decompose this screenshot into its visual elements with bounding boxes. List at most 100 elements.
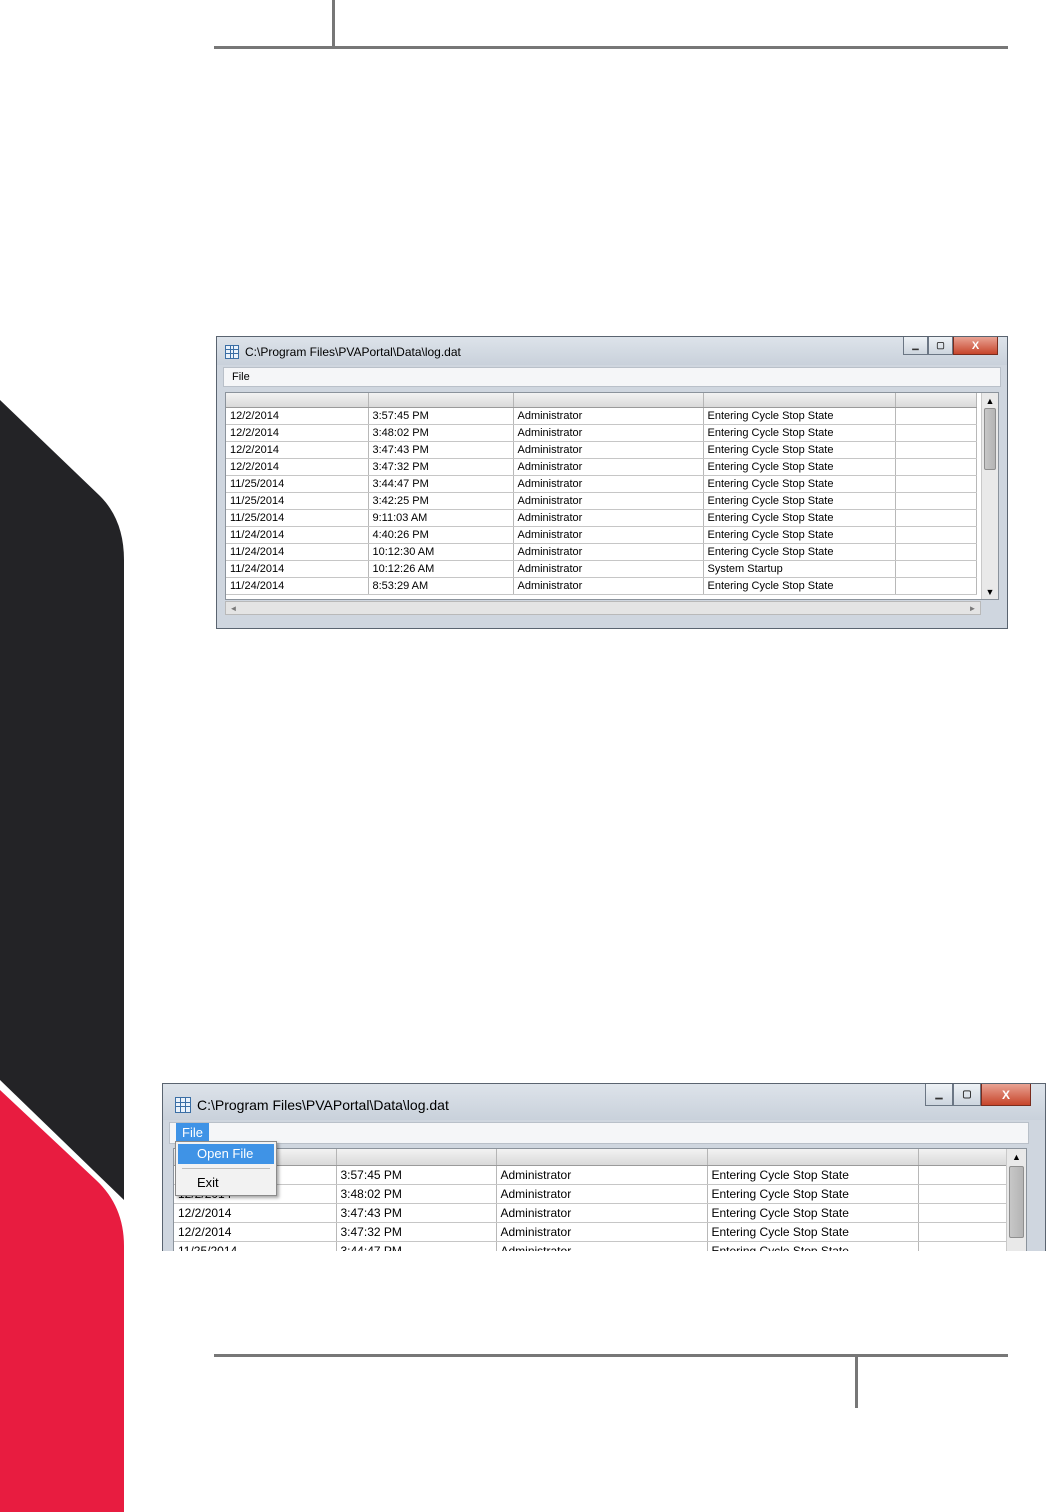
table-cell: Entering Cycle Stop State — [707, 1203, 919, 1223]
title-bar[interactable]: C:\Program Files\PVAPortal\Data\log.dat … — [163, 1084, 1045, 1120]
scroll-down-icon[interactable]: ▼ — [982, 584, 998, 599]
table-cell — [895, 560, 977, 578]
column-header[interactable] — [336, 1149, 497, 1166]
table-cell: Administrator — [496, 1203, 708, 1223]
column-header[interactable] — [918, 1149, 1009, 1166]
title-bar[interactable]: C:\Program Files\PVAPortal\Data\log.dat … — [217, 337, 1007, 365]
table-row[interactable]: 11/24/2014 4:40:26 PM Administrator Enterin… — [226, 526, 977, 544]
scroll-up-icon[interactable]: ▲ — [1007, 1149, 1026, 1164]
table-cell — [918, 1184, 1009, 1204]
scroll-left-icon[interactable]: ◄ — [226, 602, 241, 614]
column-header[interactable] — [368, 393, 514, 408]
file-dropdown-menu: Open File Exit — [175, 1141, 277, 1196]
table-cell: 3:47:43 PM — [368, 441, 514, 459]
log-table: 12/2/2014 3:57:45 PM Administrator Entering… — [226, 393, 977, 595]
table-row[interactable]: 11/24/2014 10:12:30 AM Administrator Enteri… — [226, 543, 977, 561]
table-cell: Entering Cycle Stop State — [703, 492, 896, 510]
table-cell: 3:47:32 PM — [336, 1222, 497, 1242]
table-cell: 3:57:45 PM — [368, 407, 514, 425]
table-row[interactable]: 11/25/2014 3:44:47 PM Administrator Enterin… — [174, 1241, 1009, 1251]
close-button[interactable]: X — [981, 1084, 1031, 1106]
table-cell: 3:48:02 PM — [336, 1184, 497, 1204]
top-rule-tick — [332, 0, 335, 48]
table-cell: 12/2/2014 — [226, 441, 369, 459]
minimize-button[interactable]: ▁ — [903, 337, 928, 355]
table-row[interactable]: 11/25/2014 9:11:03 AM Administrator Enterin… — [226, 509, 977, 527]
table-cell: Administrator — [496, 1222, 708, 1242]
table-row[interactable]: 11/25/2014 3:42:25 PM Administrator Enterin… — [226, 492, 977, 510]
file-menu[interactable]: File — [232, 371, 250, 383]
table-cell: Entering Cycle Stop State — [703, 458, 896, 476]
table-cell: Administrator — [513, 577, 704, 595]
column-header[interactable] — [226, 393, 369, 408]
table-row[interactable]: 11/25/2014 3:44:47 PM Administrator Enterin… — [226, 475, 977, 493]
column-header[interactable] — [895, 393, 977, 408]
table-cell: 12/2/2014 — [174, 1222, 337, 1242]
table-cell: Administrator — [513, 509, 704, 527]
table-cell: Entering Cycle Stop State — [703, 424, 896, 442]
table-cell: 11/25/2014 — [226, 509, 369, 527]
table-cell: 11/24/2014 — [226, 543, 369, 561]
horizontal-scrollbar[interactable]: ◄ ► — [225, 601, 981, 615]
scroll-right-icon[interactable]: ► — [965, 602, 980, 614]
vertical-scrollbar[interactable]: ▲ ▼ — [981, 393, 998, 599]
close-button[interactable]: X — [953, 337, 998, 355]
table-row[interactable]: 11/24/2014 8:53:29 AM Administrator Enterin… — [226, 577, 977, 595]
table-row[interactable]: 12/2/2014 3:47:43 PM Administrator Entering… — [174, 1203, 1009, 1223]
minimize-button[interactable]: ▁ — [925, 1084, 953, 1106]
table-row[interactable]: 12/2/2014 3:47:43 PM Administrator Entering… — [226, 441, 977, 459]
table-cell: Entering Cycle Stop State — [707, 1165, 919, 1185]
file-menu[interactable]: File — [176, 1123, 209, 1143]
table-row[interactable]: 12/2/2014 3:57:45 PM Administrator Entering… — [226, 407, 977, 425]
vertical-scrollbar[interactable]: ▲ — [1006, 1149, 1026, 1251]
column-header[interactable] — [707, 1149, 919, 1166]
table-cell: 3:48:02 PM — [368, 424, 514, 442]
table-cell: Entering Cycle Stop State — [703, 543, 896, 561]
table-cell: 11/24/2014 — [226, 577, 369, 595]
maximize-button[interactable]: ▢ — [953, 1084, 981, 1106]
table-cell: 9:11:03 AM — [368, 509, 514, 527]
table-cell — [918, 1222, 1009, 1242]
table-cell: Entering Cycle Stop State — [703, 577, 896, 595]
table-cell: 12/2/2014 — [174, 1203, 337, 1223]
scroll-thumb[interactable] — [984, 408, 996, 470]
table-row[interactable]: 3:57:45 PM Administrator Entering Cycle St… — [174, 1165, 1009, 1185]
table-row[interactable]: 12/2/20143:48:02 PMAdministratorEntering… — [174, 1184, 1009, 1204]
log-viewer-window-menu-open: C:\Program Files\PVAPortal\Data\log.dat … — [162, 1083, 1046, 1251]
side-banner — [0, 400, 124, 1512]
maximize-button[interactable]: ▢ — [928, 337, 953, 355]
table-cell: 11/25/2014 — [174, 1241, 337, 1251]
table-cell — [895, 543, 977, 561]
scroll-thumb[interactable] — [1009, 1166, 1024, 1238]
table-cell — [895, 424, 977, 442]
table-cell: Entering Cycle Stop State — [703, 526, 896, 544]
column-header[interactable] — [513, 393, 704, 408]
column-header[interactable] — [496, 1149, 708, 1166]
table-cell: Entering Cycle Stop State — [703, 509, 896, 527]
log-table-view: 3:57:45 PM Administrator Entering Cycle St… — [173, 1148, 1027, 1251]
table-cell — [895, 526, 977, 544]
table-cell — [895, 407, 977, 425]
table-row[interactable]: 12/2/20143:48:02 PMAdministratorEntering… — [226, 424, 977, 442]
table-cell: Administrator — [513, 543, 704, 561]
table-row[interactable]: 12/2/2014 3:47:32 PM Administrator Entering… — [174, 1222, 1009, 1242]
table-cell — [918, 1165, 1009, 1185]
window-title: C:\Program Files\PVAPortal\Data\log.dat — [197, 1097, 449, 1113]
table-cell: 3:57:45 PM — [336, 1165, 497, 1185]
column-header[interactable] — [703, 393, 896, 408]
grid-app-icon — [175, 1097, 191, 1113]
table-cell: Administrator — [496, 1241, 708, 1251]
side-dark-band — [0, 400, 124, 1200]
log-viewer-window: C:\Program Files\PVAPortal\Data\log.dat … — [216, 336, 1008, 629]
open-file-menu-item[interactable]: Open File — [178, 1144, 274, 1164]
exit-menu-item[interactable]: Exit — [178, 1173, 274, 1193]
log-table: 3:57:45 PM Administrator Entering Cycle St… — [174, 1149, 1009, 1251]
table-row[interactable]: 11/24/2014 10:12:26 AM Administrator System… — [226, 560, 977, 578]
table-cell: 11/25/2014 — [226, 492, 369, 510]
scroll-up-icon[interactable]: ▲ — [982, 393, 998, 408]
table-cell: Administrator — [513, 560, 704, 578]
table-row[interactable]: 12/2/2014 3:47:32 PM Administrator Entering… — [226, 458, 977, 476]
table-cell: 3:47:43 PM — [336, 1203, 497, 1223]
table-cell: 11/25/2014 — [226, 475, 369, 493]
log-table-view: 12/2/2014 3:57:45 PM Administrator Entering… — [225, 392, 999, 600]
